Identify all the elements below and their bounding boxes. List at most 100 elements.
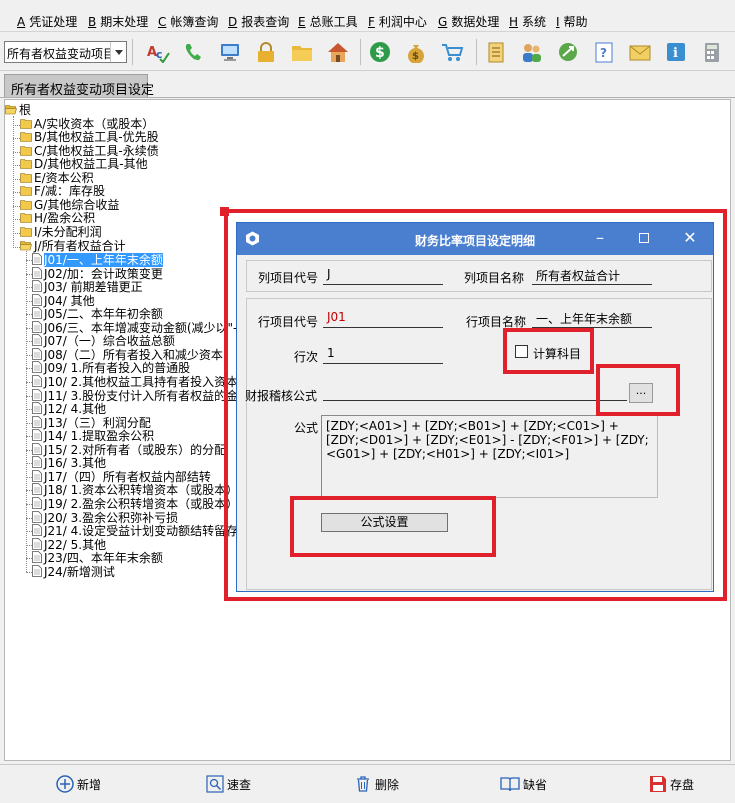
delete-button[interactable]: 删除 — [354, 775, 399, 795]
document-icon — [32, 551, 42, 564]
chevron-down-icon[interactable] — [110, 42, 126, 62]
tree-node-label: F/减：库存股 — [34, 184, 105, 199]
tree-node-leaf[interactable]: J07/（一）综合收益总额 — [32, 334, 175, 348]
tree-node-label: J16/ 3.其他 — [44, 456, 107, 471]
tab-equity-items[interactable]: 所有者权益变动项目设定 — [4, 74, 154, 98]
tree-node-label: J04/ 其他 — [44, 293, 95, 308]
tree-root[interactable]: 根 — [5, 104, 31, 118]
tree-node-leaf[interactable]: J19/ 2.盈余公积转增资本（或股本） — [32, 497, 238, 511]
spellcheck-icon[interactable]: Ac — [146, 41, 170, 63]
tree-node-leaf[interactable]: J13/（三）利润分配 — [32, 415, 151, 430]
tree-node-leaf[interactable]: J24/新增测试 — [32, 564, 115, 579]
tree-node-leaf[interactable]: J03/ 前期差错更正 — [32, 280, 143, 294]
folder-icon — [20, 159, 32, 169]
mail-icon[interactable] — [628, 41, 652, 63]
folder-icon — [20, 118, 32, 129]
tree-node-leaf[interactable]: J04/ 其他 — [32, 293, 95, 308]
tree-node-leaf[interactable]: J23/四、本年年末余额 — [32, 551, 163, 565]
tree-node-label: J19/ 2.盈余公积转增资本（或股本） — [44, 496, 239, 511]
menu-system[interactable]: H 系统 — [509, 13, 546, 30]
tree-node-label: 根 — [19, 103, 32, 117]
tree-connector — [13, 151, 20, 153]
money-bag-icon[interactable]: $ — [404, 41, 428, 63]
tree-node-leaf[interactable]: J15/ 2.对所有者（或股东）的分配 — [32, 442, 226, 457]
tree-node-leaf[interactable]: J10/ 2.其他权益工具持有者投入资本 — [32, 375, 238, 389]
tree-node-label: J20/ 3.盈余公积弥补亏损 — [44, 510, 179, 525]
tree-connector — [13, 246, 20, 248]
document-icon — [32, 456, 42, 469]
document-icon — [32, 293, 42, 306]
document-icon — [32, 253, 42, 265]
folder-icon — [20, 172, 32, 183]
menu-voucher[interactable]: A 凭证处理 — [17, 13, 77, 30]
folder-open-icon — [20, 240, 32, 250]
home-icon[interactable] — [326, 41, 350, 63]
toolbar-divider — [476, 39, 477, 65]
tree-node-label: J/所有者权益合计 — [34, 238, 126, 253]
tree-connector — [13, 124, 20, 126]
dollar-icon[interactable]: $ — [368, 41, 392, 63]
tree-node-leaf[interactable]: J14/ 1.提取盈余公积 — [32, 429, 154, 443]
computer-icon[interactable] — [218, 41, 242, 63]
item-type-select[interactable]: 所有者权益变动项目 — [4, 41, 127, 63]
tree-connector — [26, 251, 27, 572]
tree-node-leaf[interactable]: J08/（二）所有者投入和减少资本 — [32, 347, 223, 362]
cart-icon[interactable] — [440, 41, 464, 63]
document-icon — [32, 510, 42, 523]
tree-node-leaf[interactable]: J12/ 4.其他 — [32, 402, 106, 416]
help-doc-icon[interactable]: ? — [592, 41, 616, 63]
list-icon[interactable] — [484, 41, 508, 63]
menu-report-query[interactable]: D 报表查询 — [228, 13, 289, 30]
calculator-icon[interactable] — [700, 41, 724, 63]
tree-node-label: G/其他综合收益 — [34, 197, 120, 212]
tree-node[interactable]: J/所有者权益合计 — [20, 238, 126, 254]
default-button[interactable]: 缺省 — [500, 775, 547, 795]
folder-icon — [20, 200, 32, 210]
document-icon — [32, 388, 42, 401]
document-icon — [32, 307, 42, 320]
tree-node-label: I/未分配利润 — [34, 224, 102, 239]
tree-node-label: A/实收资本（或股本） — [34, 116, 155, 131]
menu-period-end[interactable]: B 期末处理 — [88, 13, 148, 30]
link-icon[interactable] — [556, 41, 580, 63]
tree-node-leaf[interactable]: J11/ 3.股份支付计入所有者权益的金额 — [32, 388, 250, 403]
users-icon[interactable] — [520, 41, 544, 63]
svg-text:?: ? — [600, 46, 607, 60]
info-icon[interactable]: i — [664, 41, 688, 63]
menu-profit-center[interactable]: F 利润中心 — [368, 13, 427, 30]
menu-gl-tools[interactable]: E 总账工具 — [298, 13, 358, 30]
menu-bar: A 凭证处理 B 期末处理 C 帐簿查询 D 报表查询 E 总账工具 F 利润中心 G 数据处… — [0, 0, 735, 32]
tree-node-leaf[interactable]: J02/加：会计政策变更 — [32, 266, 163, 281]
document-icon — [32, 320, 42, 333]
save-button[interactable]: 存盘 — [649, 775, 694, 795]
folder-icon[interactable] — [290, 41, 314, 63]
tree-node-leaf[interactable]: J17/（四）所有者权益内部结转 — [32, 469, 211, 484]
add-button-label: 新增 — [77, 778, 102, 792]
lock-icon[interactable] — [254, 41, 278, 63]
menu-ledger-query[interactable]: C 帐簿查询 — [158, 13, 218, 30]
menu-help[interactable]: I 帮助 — [556, 13, 588, 30]
quick-find-button[interactable]: 速查 — [206, 775, 251, 795]
folder-icon — [20, 145, 32, 156]
folder-icon — [20, 227, 32, 237]
tree-node-leaf[interactable]: J09/ 1.所有者投入的普通股 — [32, 361, 190, 375]
add-button[interactable]: 新增 — [56, 775, 101, 795]
document-icon — [32, 564, 42, 577]
tree-node-leaf[interactable]: J16/ 3.其他 — [32, 456, 106, 470]
menu-data-processing[interactable]: G 数据处理 — [438, 13, 499, 30]
tree-node-leaf[interactable]: J22/ 5.其他 — [32, 537, 106, 552]
document-icon — [32, 334, 42, 347]
tree-node-leaf[interactable]: J20/ 3.盈余公积弥补亏损 — [32, 510, 179, 525]
tree-node-label: J08/（二）所有者投入和减少资本 — [44, 347, 223, 362]
toolbar: 所有者权益变动项目 Ac $ $ ? i — [0, 33, 735, 71]
tree-node-leaf[interactable]: J01/一、上年年末余额 — [32, 253, 163, 268]
phone-icon[interactable] — [182, 41, 206, 63]
tree-node-leaf[interactable]: J18/ 1.资本公积转增资本（或股本） — [32, 483, 238, 497]
tree-node-label: J24/新增测试 — [44, 564, 115, 579]
tree-node-leaf[interactable]: J05/二、本年年初余额 — [32, 307, 163, 321]
tree-node-leaf[interactable]: J06/三、本年增减变动金额(减少以"-" — [32, 320, 243, 335]
tree-node-label: J06/三、本年增减变动金额(减少以"-" — [44, 320, 243, 335]
tree-node-label: J02/加：会计政策变更 — [44, 266, 163, 281]
tree-node-label: B/其他权益工具-优先股 — [34, 130, 159, 145]
quick-find-label: 速查 — [227, 778, 252, 792]
